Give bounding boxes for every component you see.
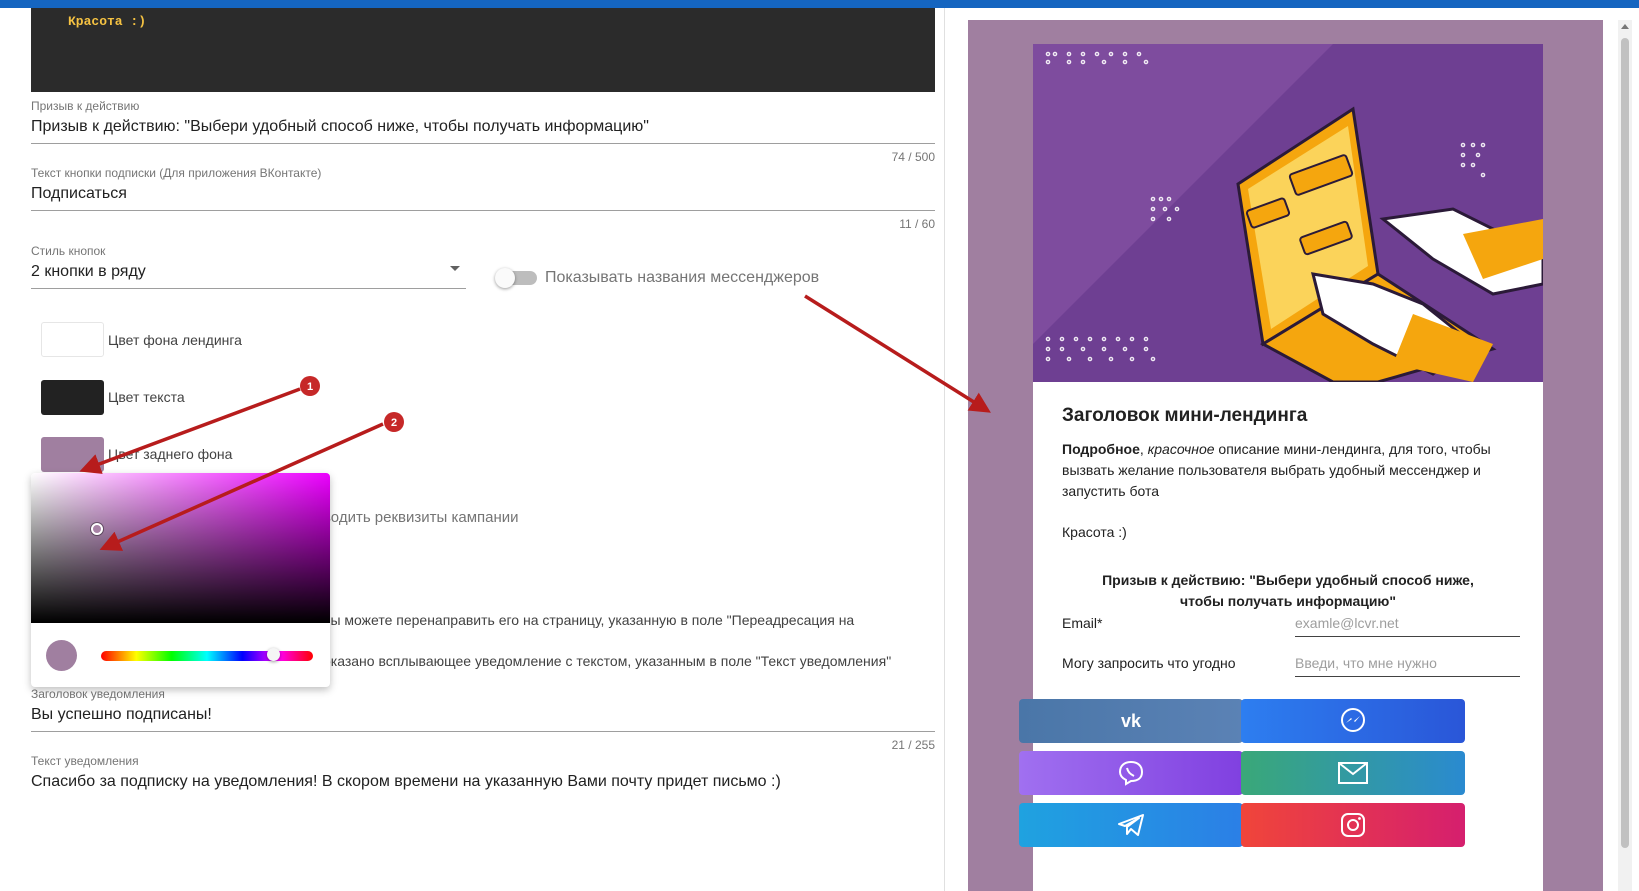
- desc-italic: красочное: [1147, 441, 1215, 457]
- cta-label: Призыв к действию: [31, 99, 140, 113]
- chevron-down-icon[interactable]: [450, 266, 460, 271]
- notify-text-input[interactable]: Спасибо за подписку на уведомления! В ск…: [31, 771, 935, 793]
- telegram-icon: [1118, 814, 1144, 836]
- color-picker-popup[interactable]: [31, 473, 330, 687]
- email-button[interactable]: [1241, 751, 1465, 795]
- email-field[interactable]: examle@lcvr.net: [1295, 615, 1520, 637]
- instagram-icon: [1341, 813, 1365, 837]
- landing-title: Заголовок мини-лендинга: [1062, 405, 1308, 426]
- cta-input[interactable]: Призыв к действию: "Выбери удобный спосо…: [31, 116, 935, 138]
- cta-underline: [31, 143, 935, 144]
- show-names-toggle[interactable]: [495, 268, 537, 288]
- notify-text-field[interactable]: Текст уведомления Спасибо за подписку на…: [31, 754, 935, 793]
- telegram-button[interactable]: [1019, 803, 1243, 847]
- saturation-value-area[interactable]: [31, 473, 330, 623]
- subscribe-input[interactable]: Подписаться: [31, 183, 935, 205]
- show-names-label: Показывать названия мессенджеров: [545, 269, 820, 286]
- vk-icon: vk: [1121, 712, 1142, 730]
- notify-title-label: Заголовок уведомления: [31, 687, 165, 701]
- subscribe-label: Текст кнопки подписки (Для приложения ВК…: [31, 166, 322, 180]
- landing-cta: Призыв к действию: "Выбери удобный спосо…: [1102, 572, 1474, 609]
- cta-counter: 74 / 500: [891, 150, 935, 164]
- custom-label: Могу запросить что угодно: [1062, 655, 1236, 671]
- text-color-label: Цвет текста: [108, 389, 185, 405]
- back-bg-color-label: Цвет заднего фона: [108, 446, 233, 462]
- notify-title-underline: [31, 731, 935, 732]
- landing-extra: Красота :): [1062, 524, 1127, 540]
- hero-image: [1033, 44, 1543, 382]
- instagram-button[interactable]: [1241, 803, 1465, 847]
- subscribe-counter: 11 / 60: [899, 217, 935, 231]
- button-style-label: Стиль кнопок: [31, 244, 106, 258]
- color-preview-circle: [46, 640, 77, 671]
- notify-title-counter: 21 / 255: [891, 738, 935, 752]
- campaign-toggle-label: водить реквизиты кампании: [323, 509, 519, 526]
- redirect-hint: вы можете перенаправить его на страницу,…: [323, 612, 855, 628]
- cta-field[interactable]: Призыв к действию Призыв к действию: "Вы…: [31, 99, 935, 164]
- desc-bold: Подробное: [1062, 441, 1140, 457]
- landing-description: Подробное, красочное описание мини-ленди…: [1062, 439, 1502, 502]
- landing-bg-color-swatch[interactable]: [41, 322, 104, 357]
- viber-icon: [1118, 760, 1144, 786]
- landing-bg-color-label: Цвет фона лендинга: [108, 332, 242, 348]
- notify-text-label: Текст уведомления: [31, 754, 139, 768]
- panel-divider: [944, 8, 945, 891]
- vk-button[interactable]: vk: [1019, 699, 1243, 743]
- scrollbar-thumb[interactable]: [1621, 38, 1629, 848]
- subscribe-underline: [31, 210, 935, 211]
- notify-title-input[interactable]: Вы успешно подписаны!: [31, 704, 935, 726]
- toggle-knob[interactable]: [495, 268, 515, 288]
- button-style-select[interactable]: Стиль кнопок 2 кнопки в ряду: [31, 244, 466, 289]
- subscribe-button-field[interactable]: Текст кнопки подписки (Для приложения ВК…: [31, 166, 935, 231]
- button-style-underline: [31, 288, 466, 289]
- code-line: Красота :): [68, 14, 147, 29]
- email-icon: [1338, 762, 1368, 784]
- notify-title-field[interactable]: Заголовок уведомления Вы успешно подписа…: [31, 687, 935, 752]
- text-color-swatch[interactable]: [41, 380, 104, 415]
- desc-separator: ,: [1139, 441, 1148, 457]
- messenger-button[interactable]: [1241, 699, 1465, 743]
- svg-text:vk: vk: [1121, 712, 1142, 730]
- landing-card: Заголовок мини-лендинга Подробное, красо…: [1019, 44, 1543, 891]
- notification-hint: оказано всплывающее уведомление с тексто…: [323, 653, 892, 669]
- hue-slider[interactable]: [101, 648, 313, 661]
- email-label: Email*: [1062, 615, 1103, 631]
- browser-top-bar: [0, 0, 1639, 8]
- preview-scrollbar[interactable]: [1618, 20, 1632, 891]
- editor-panel: Красота :) Призыв к действию Призыв к де…: [10, 8, 945, 891]
- button-style-value[interactable]: 2 кнопки в ряду: [31, 261, 466, 283]
- messenger-icon: [1341, 708, 1365, 732]
- scroll-up-arrow[interactable]: [1621, 24, 1629, 29]
- code-editor[interactable]: Красота :): [31, 8, 935, 92]
- viber-button[interactable]: [1019, 751, 1243, 795]
- saturation-handle[interactable]: [91, 523, 103, 535]
- hue-slider-handle[interactable]: [267, 648, 280, 661]
- hero-illustration: [1033, 44, 1543, 382]
- custom-field[interactable]: Введи, что мне нужно: [1295, 655, 1520, 677]
- back-bg-color-swatch[interactable]: [41, 437, 104, 472]
